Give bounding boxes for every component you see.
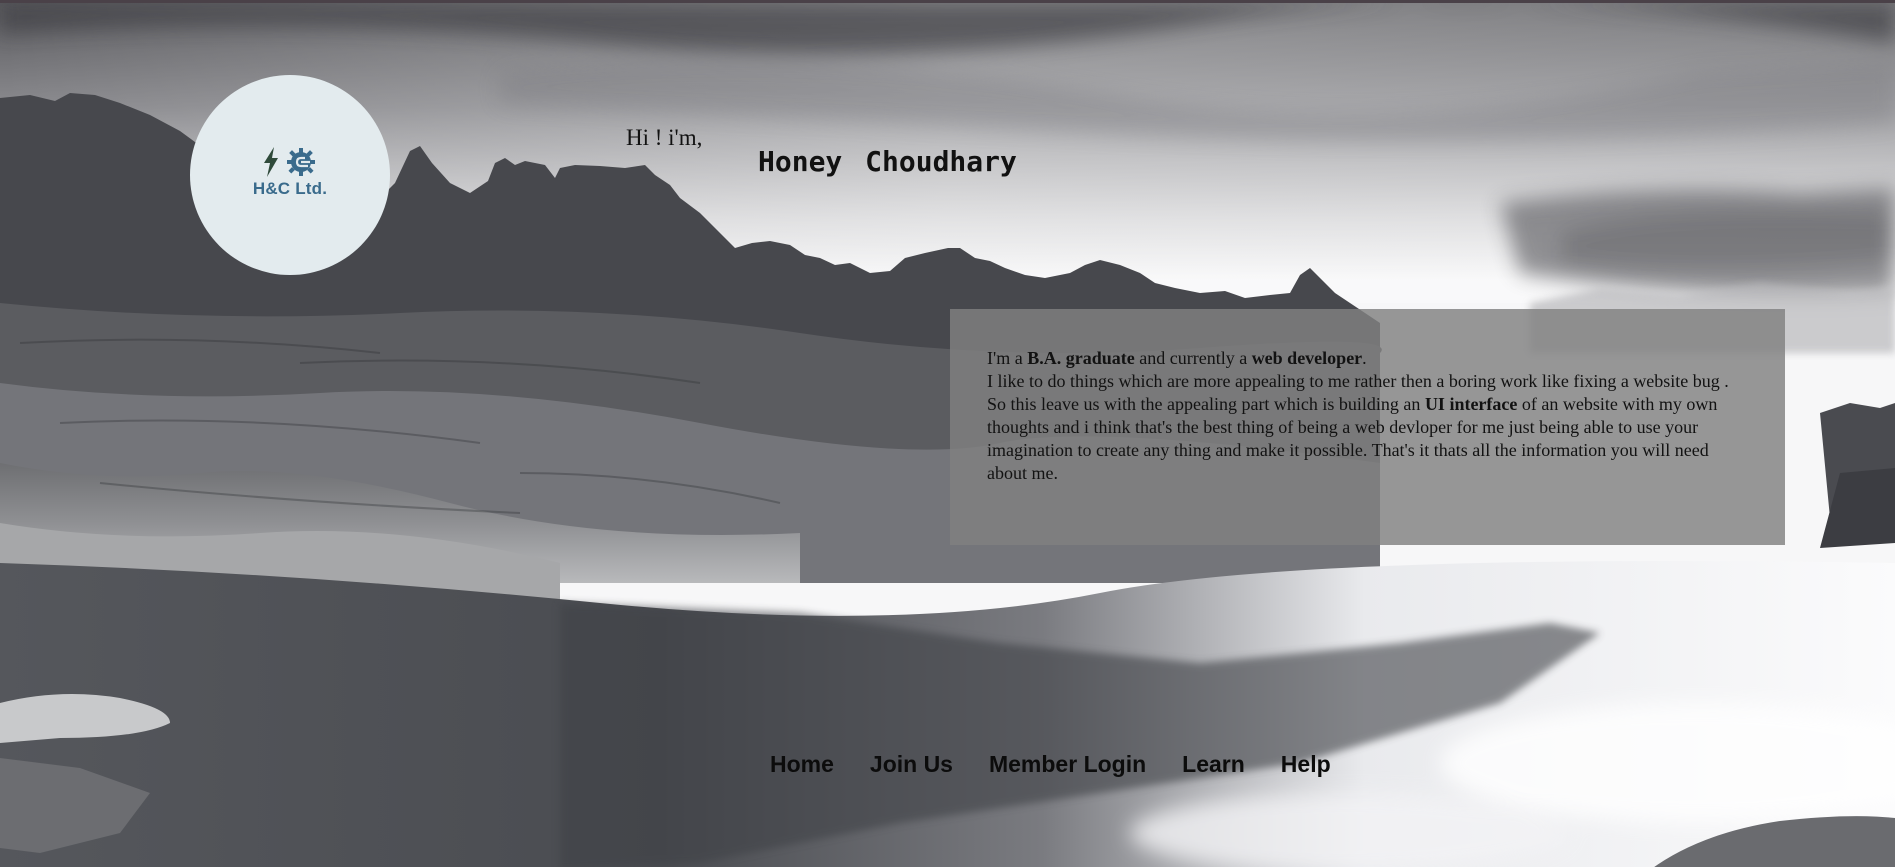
nav-join-us[interactable]: Join Us xyxy=(870,751,953,778)
nav-learn[interactable]: Learn xyxy=(1182,751,1245,778)
about-text: . xyxy=(1362,348,1367,368)
logo-icons xyxy=(262,147,318,177)
nav-help[interactable]: Help xyxy=(1281,751,1331,778)
gear-icon xyxy=(287,148,315,176)
greeting-text: Hi ! i'm, xyxy=(626,125,703,150)
about-text: I like to do things which are more appea… xyxy=(987,371,1729,391)
logo-text: H&C Ltd. xyxy=(252,179,328,198)
about-text: So this leave us with the appealing part… xyxy=(987,394,1425,414)
lightning-icon xyxy=(264,147,278,177)
about-highlight: web developer xyxy=(1251,348,1363,368)
about-paragraph: I'm a B.A. graduate and currently a web … xyxy=(987,347,1733,485)
about-card: I'm a B.A. graduate and currently a web … xyxy=(950,309,1785,545)
about-text: and currently a xyxy=(1134,348,1252,368)
about-text: I'm a xyxy=(987,348,1028,368)
about-highlight: UI interface xyxy=(1424,394,1518,414)
nav-member-login[interactable]: Member Login xyxy=(989,751,1146,778)
nav-home[interactable]: Home xyxy=(770,751,834,778)
page: H&C Ltd. Hi ! i'm, Honey Choudhary I'm a… xyxy=(0,0,1895,867)
logo[interactable]: H&C Ltd. xyxy=(190,75,390,275)
page-title: Honey Choudhary xyxy=(758,145,1017,178)
about-highlight: B.A. graduate xyxy=(1027,348,1135,368)
main-nav: Home Join Us Member Login Learn Help xyxy=(770,751,1331,778)
